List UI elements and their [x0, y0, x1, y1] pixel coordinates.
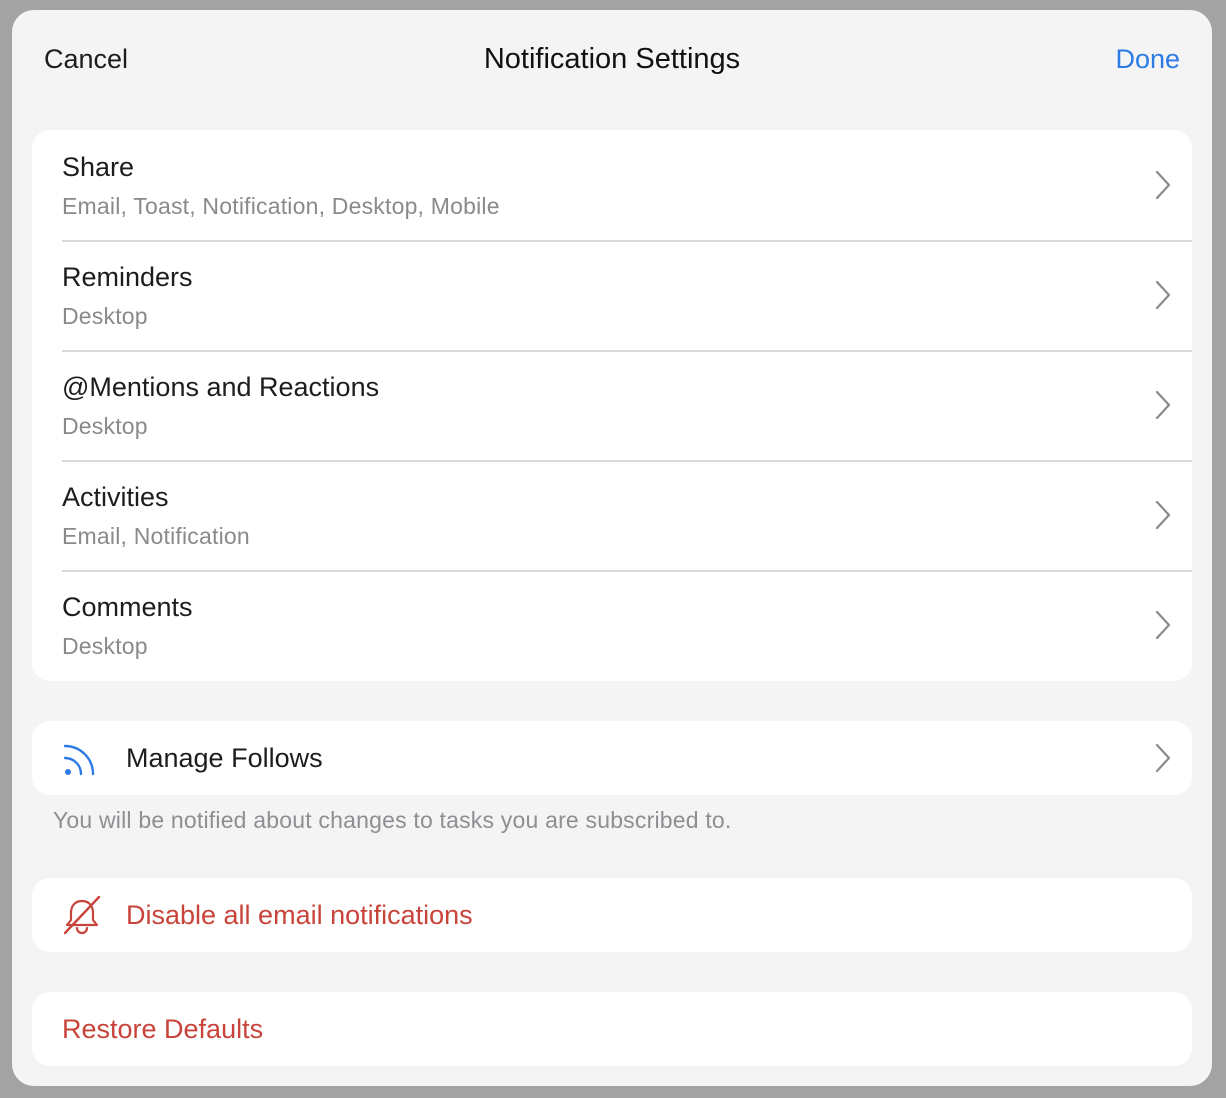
bell-slash-icon	[63, 895, 101, 935]
row-subtitle: Email, Toast, Notification, Desktop, Mob…	[62, 193, 500, 219]
row-title: Comments	[62, 592, 193, 622]
row-subtitle: Desktop	[62, 633, 148, 659]
chevron-right-icon	[1155, 280, 1171, 310]
navigation-bar: Cancel Notification Settings Done	[12, 10, 1212, 110]
restore-defaults-button[interactable]: Restore Defaults	[32, 992, 1192, 1066]
rss-feed-icon	[63, 744, 95, 776]
row-subtitle: Email, Notification	[62, 523, 250, 549]
disable-email-notifications-button[interactable]: Disable all email notifications	[32, 878, 1192, 952]
page-title: Notification Settings	[483, 43, 741, 75]
row-title: Share	[62, 152, 135, 182]
done-button[interactable]: Done	[1115, 44, 1180, 75]
row-title: Reminders	[62, 262, 193, 292]
manage-follows-row[interactable]: Manage Follows	[32, 721, 1192, 795]
chevron-right-icon	[1155, 500, 1171, 530]
settings-row-mentions-reactions[interactable]: @Mentions and Reactions Desktop	[32, 350, 1192, 460]
manage-follows-label: Manage Follows	[126, 743, 323, 773]
follows-footnote: You will be notified about changes to ta…	[53, 807, 732, 833]
settings-row-comments[interactable]: Comments Desktop	[32, 570, 1192, 680]
chevron-right-icon	[1155, 390, 1171, 420]
settings-row-activities[interactable]: Activities Email, Notification	[32, 460, 1192, 570]
row-subtitle: Desktop	[62, 413, 148, 439]
restore-defaults-label: Restore Defaults	[62, 1014, 264, 1044]
notification-categories-list: Share Email, Toast, Notification, Deskto…	[32, 130, 1192, 681]
row-title: @Mentions and Reactions	[62, 372, 380, 402]
row-subtitle: Desktop	[62, 303, 148, 329]
row-title: Activities	[62, 482, 169, 512]
chevron-right-icon	[1155, 610, 1171, 640]
settings-row-share[interactable]: Share Email, Toast, Notification, Deskto…	[32, 130, 1192, 240]
settings-row-reminders[interactable]: Reminders Desktop	[32, 240, 1192, 350]
disable-email-label: Disable all email notifications	[126, 900, 473, 930]
chevron-right-icon	[1155, 170, 1171, 200]
chevron-right-icon	[1155, 743, 1171, 773]
notification-settings-sheet: Cancel Notification Settings Done Share …	[12, 10, 1212, 1086]
